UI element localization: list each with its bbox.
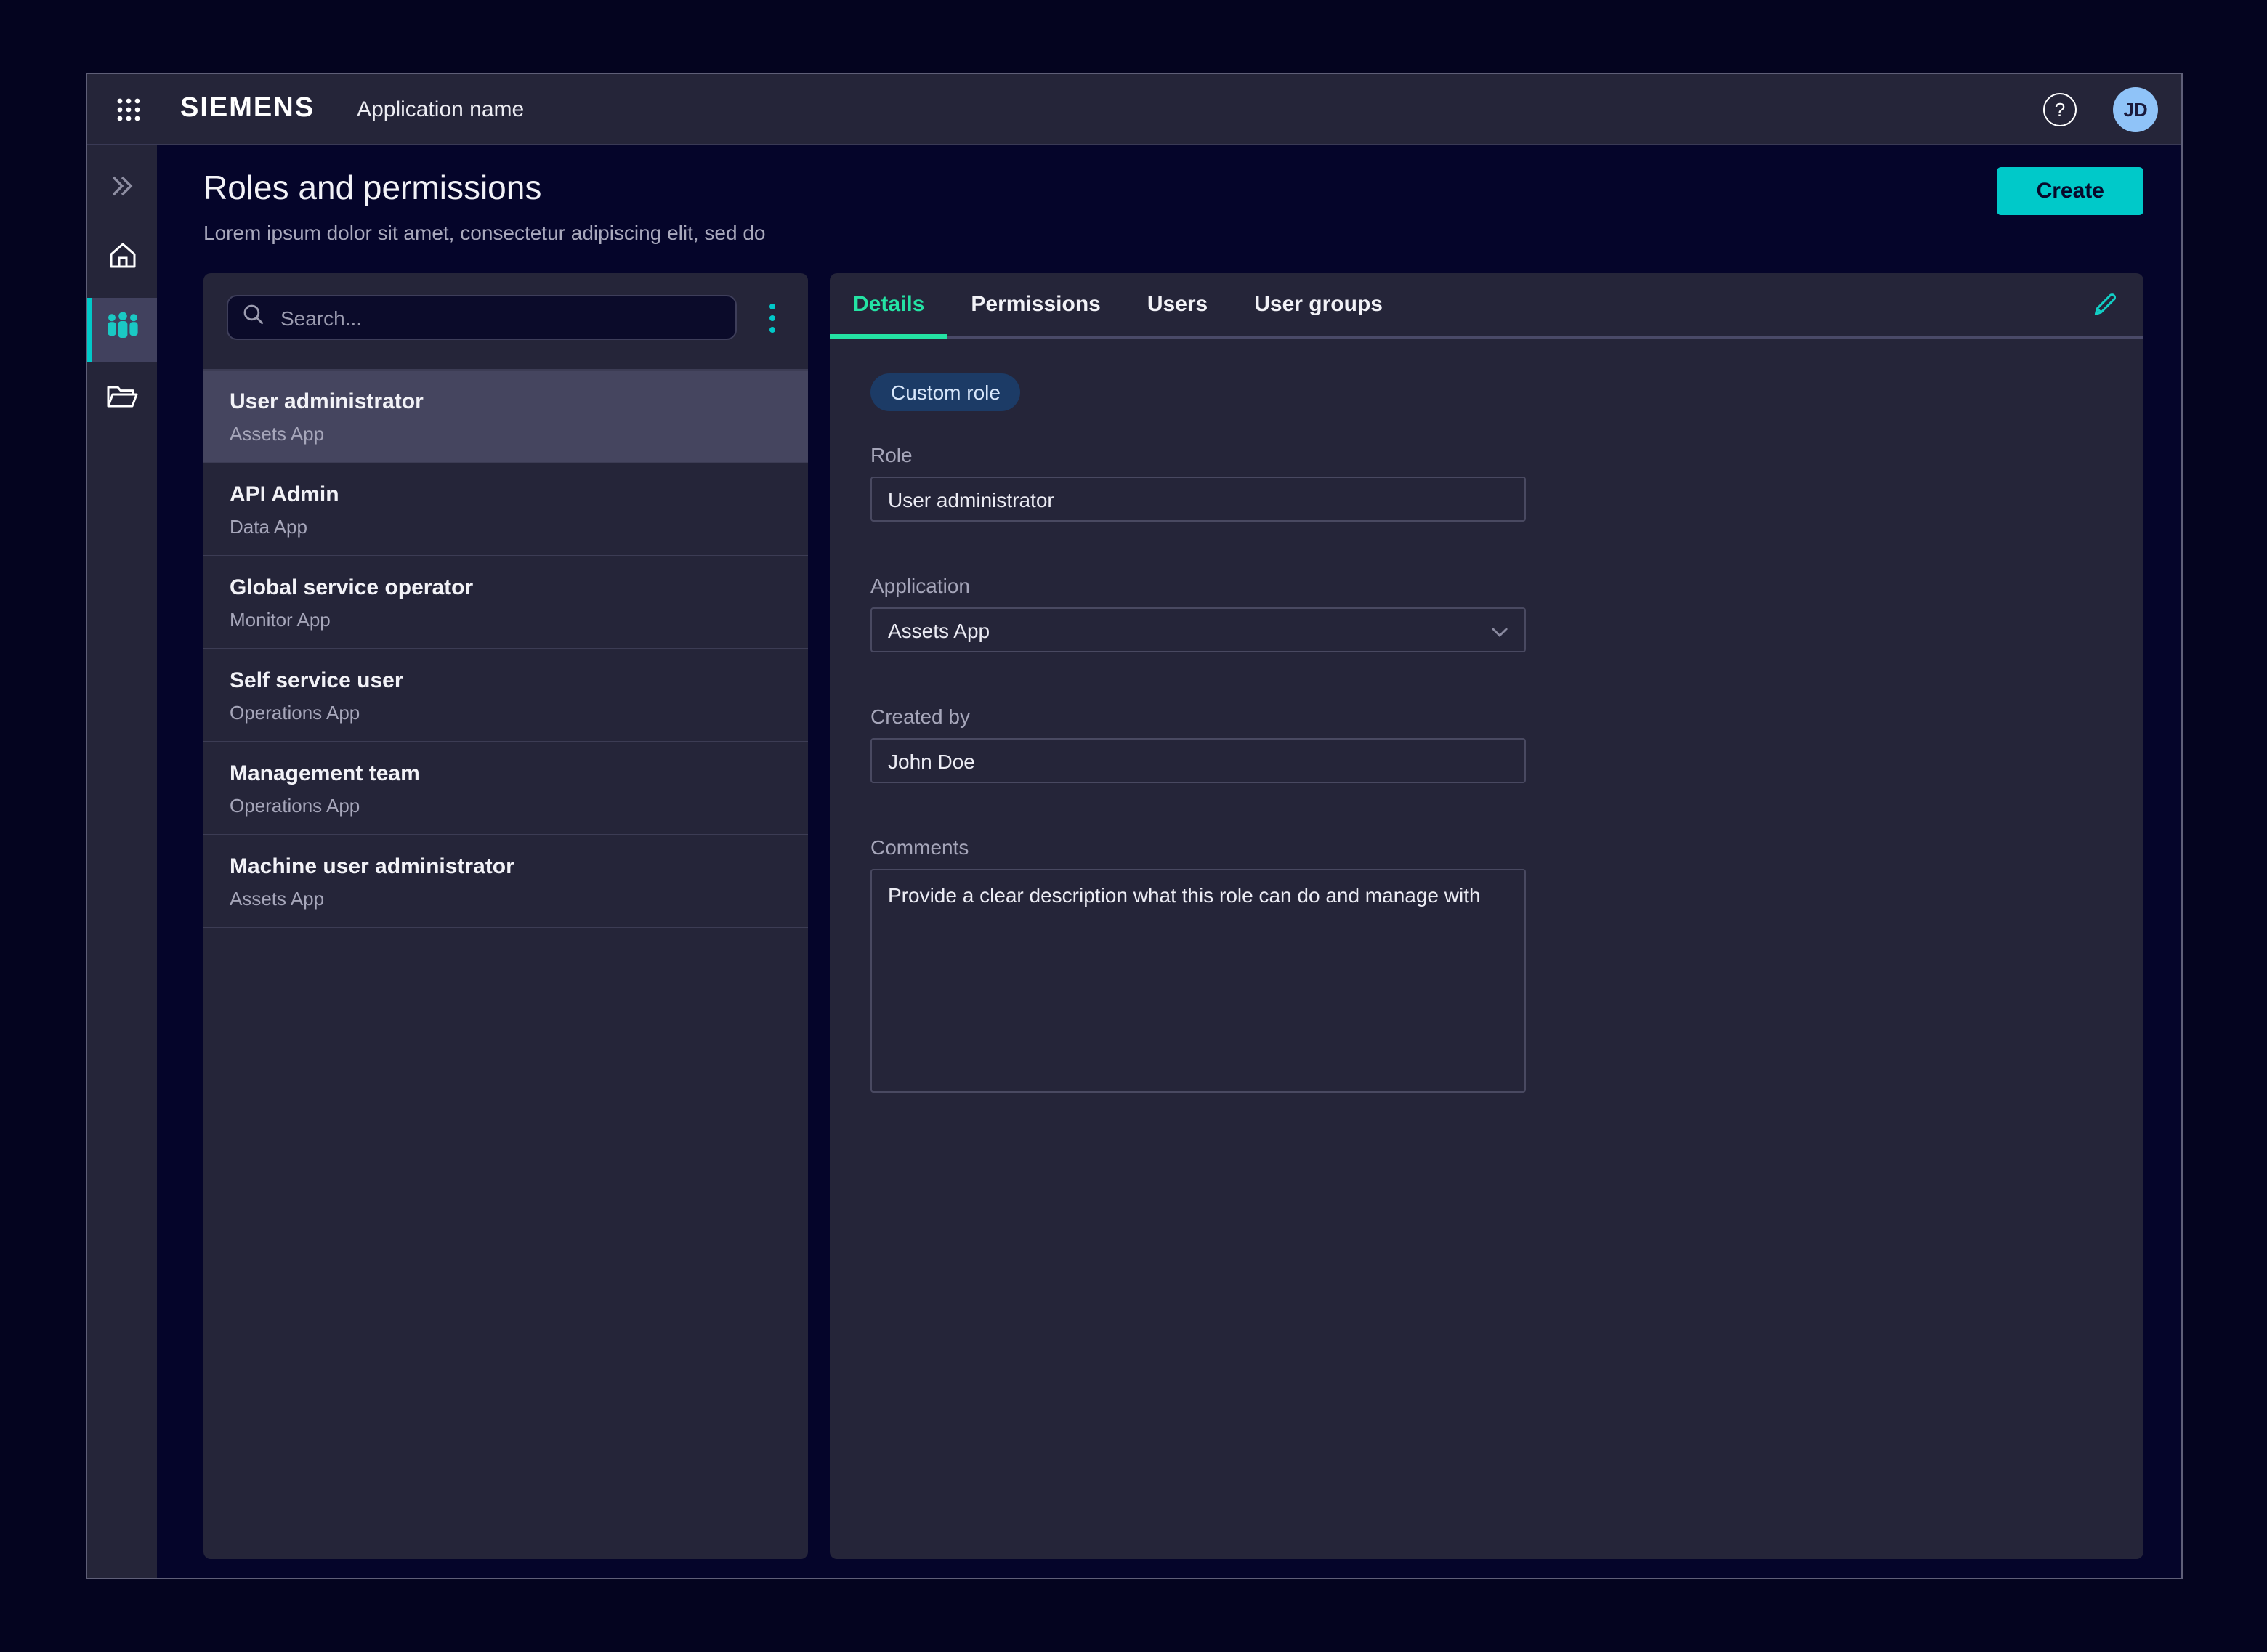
application-field-group: Application Assets App (870, 574, 2103, 652)
role-name: Global service operator (230, 574, 782, 603)
role-field-input[interactable] (870, 477, 1526, 522)
sidebar-item-projects[interactable] (87, 368, 157, 432)
role-application: Assets App (230, 421, 782, 446)
comments-textarea[interactable]: Provide a clear description what this ro… (870, 869, 1526, 1093)
role-list-item[interactable]: Machine user administrator Assets App (203, 835, 808, 928)
role-application: Assets App (230, 886, 782, 911)
tab[interactable]: User groups (1231, 273, 1406, 336)
page-header-text: Roles and permissions Lorem ipsum dolor … (203, 166, 766, 246)
application-field-label: Application (870, 574, 2103, 599)
home-icon (107, 241, 137, 276)
nav-rail (87, 145, 157, 1578)
role-list-item[interactable]: API Admin Data App (203, 463, 808, 556)
edit-pencil-icon[interactable] (2087, 287, 2122, 322)
sidebar-item-home[interactable] (87, 227, 157, 291)
search-box[interactable] (227, 295, 737, 340)
application-select-value: Assets App (888, 618, 990, 641)
role-details-panel: Details Permissions Users User groups (830, 273, 2143, 1559)
help-icon[interactable]: ? (2043, 92, 2077, 126)
application-select[interactable]: Assets App (870, 607, 1526, 652)
role-application: Operations App (230, 793, 782, 818)
custom-role-badge: Custom role (870, 373, 1021, 411)
tab[interactable]: Details (830, 273, 947, 336)
roles-list-panel: User administrator Assets App API Admin … (203, 273, 808, 1559)
search-input[interactable] (278, 304, 721, 331)
tabbar-spacer (1406, 273, 2087, 336)
page-subtitle: Lorem ipsum dolor sit amet, consectetur … (203, 221, 766, 246)
role-field-group: Role (870, 443, 2103, 522)
comments-field-label: Comments (870, 835, 2103, 860)
tabs: Details Permissions Users User groups (830, 273, 1406, 336)
created-by-field-group: Created by (870, 705, 2103, 783)
application-name: Application name (357, 97, 524, 121)
topbar-actions: ? JD (2043, 86, 2158, 131)
create-button[interactable]: Create (1997, 167, 2143, 215)
badge-row: Custom role (870, 373, 2103, 411)
role-name: Management team (230, 760, 782, 789)
created-by-field-input[interactable] (870, 738, 1526, 783)
created-by-field-label: Created by (870, 705, 2103, 729)
page-title: Roles and permissions (203, 166, 766, 209)
stage: SIEMENS Application name ? JD (0, 0, 2267, 1652)
top-bar: SIEMENS Application name ? JD (87, 74, 2181, 145)
role-name: API Admin (230, 481, 782, 510)
panels: User administrator Assets App API Admin … (203, 273, 2143, 1559)
avatar[interactable]: JD (2113, 86, 2158, 131)
app-body: Roles and permissions Lorem ipsum dolor … (87, 145, 2181, 1578)
role-application: Data App (230, 514, 782, 539)
details-tab-bar: Details Permissions Users User groups (830, 273, 2143, 339)
role-name: Self service user (230, 667, 782, 696)
folder-icon (106, 383, 138, 416)
role-list-item[interactable]: User administrator Assets App (203, 371, 808, 463)
search-row (203, 273, 808, 369)
users-icon (104, 310, 140, 349)
tab[interactable]: Permissions (947, 273, 1123, 336)
main-content: Roles and permissions Lorem ipsum dolor … (157, 145, 2181, 1578)
siemens-logo: SIEMENS (180, 93, 315, 125)
sidebar-item-users[interactable] (87, 298, 157, 362)
app-window: SIEMENS Application name ? JD (86, 73, 2183, 1579)
role-application: Operations App (230, 700, 782, 725)
role-name: Machine user administrator (230, 853, 782, 882)
search-icon (243, 303, 264, 332)
double-chevron-right-icon (110, 175, 134, 203)
page-header: Roles and permissions Lorem ipsum dolor … (203, 166, 2143, 246)
details-form: Custom role Role Application Assets App (830, 339, 2143, 1187)
chevron-down-icon (1491, 618, 1508, 641)
role-field-label: Role (870, 443, 2103, 468)
kebab-menu-icon[interactable] (756, 297, 788, 338)
role-list-item[interactable]: Management team Operations App (203, 742, 808, 835)
role-application: Monitor App (230, 607, 782, 632)
apps-grid-icon[interactable] (110, 92, 145, 126)
role-list-item[interactable]: Self service user Operations App (203, 649, 808, 742)
expand-rail-button[interactable] (87, 157, 157, 221)
role-name: User administrator (230, 388, 782, 417)
roles-list: User administrator Assets App API Admin … (203, 369, 808, 928)
role-list-item[interactable]: Global service operator Monitor App (203, 556, 808, 649)
tab[interactable]: Users (1124, 273, 1231, 336)
comments-field-group: Comments Provide a clear description wha… (870, 835, 2103, 1100)
